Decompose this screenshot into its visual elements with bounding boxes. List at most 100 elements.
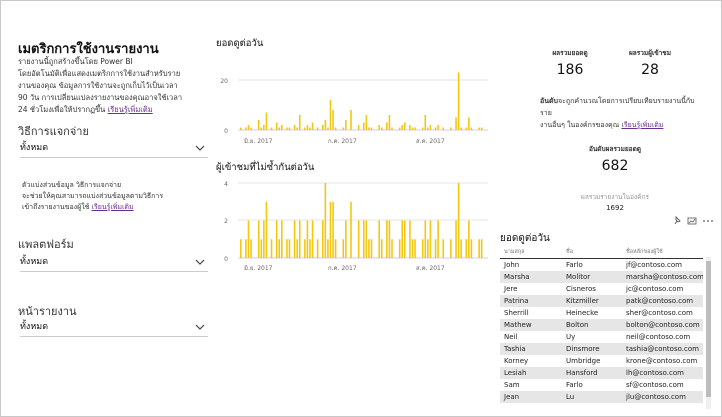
bar[interactable] — [316, 127, 319, 131]
bar[interactable] — [247, 220, 250, 259]
bar[interactable] — [363, 220, 365, 259]
bar[interactable] — [250, 127, 252, 131]
bar[interactable] — [247, 125, 250, 130]
bar[interactable] — [263, 220, 265, 259]
bar[interactable] — [357, 220, 360, 259]
bar[interactable] — [306, 220, 309, 259]
bar[interactable] — [309, 239, 311, 258]
bar[interactable] — [327, 127, 329, 131]
bar[interactable] — [465, 127, 468, 131]
bar[interactable] — [437, 125, 439, 130]
bar[interactable] — [245, 239, 247, 258]
bar[interactable] — [240, 239, 242, 258]
bar[interactable] — [414, 127, 416, 131]
column-header[interactable]: ชื่อ — [562, 245, 622, 259]
bar[interactable] — [350, 201, 352, 258]
bar[interactable] — [470, 239, 473, 258]
bar[interactable] — [427, 127, 429, 131]
bar[interactable] — [329, 201, 332, 258]
bar[interactable] — [442, 127, 445, 131]
bar[interactable] — [296, 127, 298, 131]
bar[interactable] — [260, 127, 263, 131]
bar[interactable] — [275, 220, 278, 259]
bar[interactable] — [250, 239, 252, 258]
bar[interactable] — [329, 100, 332, 130]
bar[interactable] — [365, 220, 368, 259]
bar[interactable] — [437, 220, 439, 259]
bar[interactable] — [334, 239, 337, 258]
bar[interactable] — [398, 239, 401, 258]
bar[interactable] — [460, 127, 462, 131]
platform-dropdown[interactable]: ทั้งหมด — [20, 254, 208, 272]
bar[interactable] — [398, 127, 401, 131]
bar[interactable] — [409, 220, 411, 259]
bar[interactable] — [332, 201, 334, 258]
bar[interactable] — [378, 220, 380, 259]
bar[interactable] — [434, 239, 437, 258]
bar[interactable] — [414, 239, 416, 258]
bar[interactable] — [311, 122, 314, 131]
bar[interactable] — [324, 183, 327, 258]
bar[interactable] — [316, 239, 319, 258]
pin-icon[interactable] — [672, 216, 682, 226]
bar[interactable] — [429, 220, 432, 259]
bar[interactable] — [365, 115, 368, 130]
bar[interactable] — [411, 239, 414, 258]
bar[interactable] — [265, 201, 268, 258]
bar[interactable] — [470, 127, 473, 131]
more-options-icon[interactable] — [702, 216, 714, 226]
bar[interactable] — [278, 127, 281, 131]
bar[interactable] — [480, 127, 483, 131]
bar[interactable] — [388, 115, 391, 130]
bar[interactable] — [332, 110, 334, 130]
bar[interactable] — [455, 220, 457, 259]
bar[interactable] — [278, 239, 281, 258]
focus-mode-icon[interactable] — [687, 216, 697, 226]
bar[interactable] — [370, 127, 373, 131]
bar[interactable] — [327, 239, 329, 258]
bar[interactable] — [281, 220, 283, 259]
bar[interactable] — [286, 239, 288, 258]
bar[interactable] — [298, 220, 301, 259]
bar[interactable] — [322, 125, 324, 130]
bar[interactable] — [286, 127, 288, 131]
bar[interactable] — [350, 110, 352, 130]
bar[interactable] — [270, 127, 273, 131]
bar[interactable] — [434, 127, 437, 131]
bar[interactable] — [442, 239, 445, 258]
learn-more-link[interactable]: เรียนรู้เพิ่มเติม — [92, 203, 134, 211]
bar[interactable] — [260, 239, 263, 258]
bar[interactable] — [288, 239, 291, 258]
unique-viewers-per-day-chart[interactable]: 4 2 0 มิ.ย. 2017 ก.ค. 2017 ส.ค. 2017 — [214, 176, 490, 276]
bar[interactable] — [298, 115, 301, 130]
bar[interactable] — [304, 127, 306, 131]
bar[interactable] — [386, 122, 388, 131]
bar[interactable] — [455, 117, 457, 131]
bar[interactable] — [263, 125, 265, 130]
bar[interactable] — [480, 239, 483, 258]
bar[interactable] — [468, 117, 470, 131]
bar[interactable] — [306, 125, 309, 130]
bar[interactable] — [281, 125, 283, 130]
bar[interactable] — [368, 127, 370, 131]
bar[interactable] — [368, 239, 370, 258]
bar[interactable] — [309, 127, 311, 131]
bar[interactable] — [322, 220, 324, 259]
bar[interactable] — [421, 239, 424, 258]
bar[interactable] — [380, 127, 383, 131]
bar[interactable] — [468, 220, 470, 259]
bar[interactable] — [245, 127, 247, 131]
bar[interactable] — [421, 127, 424, 131]
bar[interactable] — [370, 239, 373, 258]
distribution-method-dropdown[interactable]: ทั้งหมด — [20, 140, 208, 158]
bar[interactable] — [465, 239, 468, 258]
bar[interactable] — [240, 127, 242, 131]
views-per-day-chart[interactable]: 20 0 มิ.ย. 2017 ก.ค. 2017 ส.ค. 2017 — [214, 66, 490, 156]
bar[interactable] — [460, 239, 462, 258]
bar[interactable] — [288, 127, 291, 131]
bar[interactable] — [404, 220, 406, 259]
bar[interactable] — [391, 239, 393, 258]
bar[interactable] — [342, 127, 345, 131]
column-header[interactable]: ชื่อหลักของผู้ใช้ — [622, 245, 703, 259]
bar[interactable] — [401, 125, 404, 130]
